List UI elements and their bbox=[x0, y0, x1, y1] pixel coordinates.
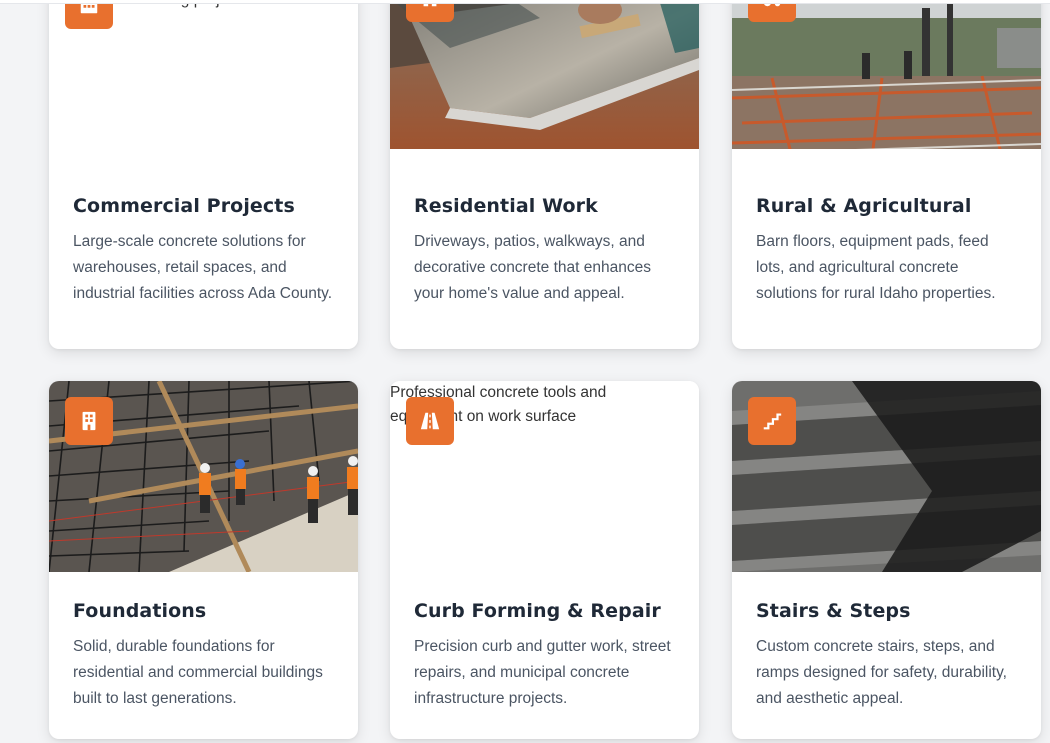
service-card-curb[interactable]: Professional concrete tools and equipmen… bbox=[390, 381, 699, 739]
card-title: Foundations bbox=[73, 600, 207, 622]
road-icon bbox=[406, 397, 454, 445]
card-image-residential bbox=[390, 0, 699, 149]
card-title: Commercial Projects bbox=[73, 195, 295, 217]
building-icon bbox=[65, 0, 113, 29]
card-image-stairs bbox=[732, 381, 1041, 572]
card-title: Residential Work bbox=[414, 195, 598, 217]
service-card-stairs[interactable]: Stairs & Steps Custom concrete stairs, s… bbox=[732, 381, 1041, 739]
card-title: Rural & Agricultural bbox=[756, 195, 972, 217]
service-card-rural[interactable]: Rural & Agricultural Barn floors, equipm… bbox=[732, 0, 1041, 349]
service-card-residential[interactable]: Residential Work Driveways, patios, walk… bbox=[390, 0, 699, 349]
card-image-foundations bbox=[49, 381, 358, 572]
card-image-curb: Professional concrete tools and equipmen… bbox=[390, 381, 699, 572]
service-card-foundations[interactable]: Foundations Solid, durable foundations f… bbox=[49, 381, 358, 739]
card-description: Large-scale concrete solutions for wareh… bbox=[73, 233, 333, 302]
card-description: Solid, durable foundations for residenti… bbox=[73, 638, 323, 707]
card-title: Stairs & Steps bbox=[756, 600, 911, 622]
card-title: Curb Forming & Repair bbox=[414, 600, 661, 622]
stairs-icon bbox=[748, 397, 796, 445]
card-description: Driveways, patios, walkways, and decorat… bbox=[414, 233, 651, 302]
service-card-commercial[interactable]: Commercial building project Commercial P… bbox=[49, 0, 358, 349]
card-description: Barn floors, equipment pads, feed lots, … bbox=[756, 233, 996, 302]
card-image-commercial: Commercial building project bbox=[49, 0, 358, 149]
building-icon bbox=[65, 397, 113, 445]
header-bar-edge bbox=[0, 0, 1050, 4]
card-description: Precision curb and gutter work, street r… bbox=[414, 638, 671, 707]
card-description: Custom concrete stairs, steps, and ramps… bbox=[756, 638, 1007, 707]
card-image-rural bbox=[732, 0, 1041, 149]
